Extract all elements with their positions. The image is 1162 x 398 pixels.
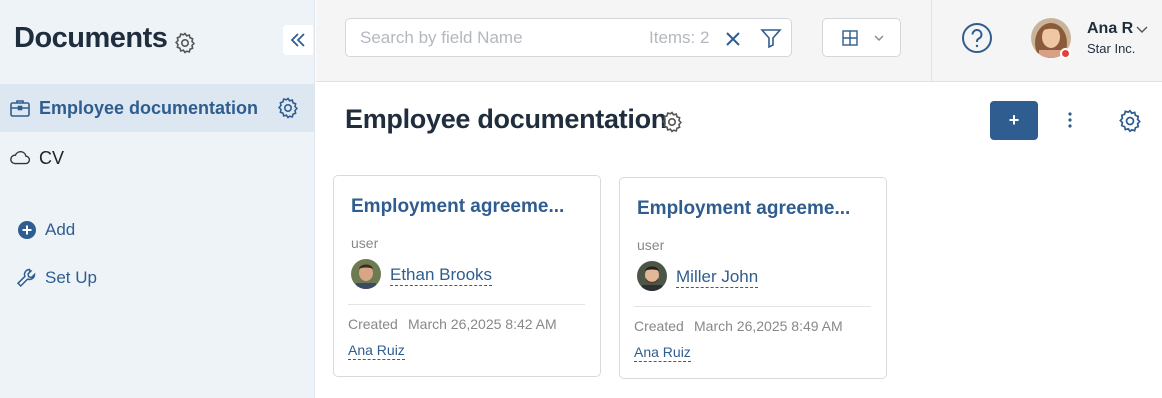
search-input[interactable] <box>360 27 640 49</box>
view-switcher-button[interactable] <box>822 18 901 57</box>
add-item-button[interactable]: + <box>990 101 1038 140</box>
created-label: Created <box>348 316 398 332</box>
card-divider <box>348 304 585 305</box>
wrench-icon <box>15 266 39 290</box>
topbar: Items: 2 <box>316 0 1162 82</box>
user-link[interactable]: Miller John <box>676 267 759 288</box>
created-label: Created <box>634 318 684 334</box>
more-vertical-icon <box>1068 112 1072 128</box>
author-link[interactable]: Ana Ruiz <box>348 341 405 360</box>
sidebar-item-employee-documentation[interactable]: Employee documentation <box>0 84 314 132</box>
user-company: Star Inc. <box>1087 41 1136 56</box>
double-chevron-left-icon <box>290 33 305 47</box>
search-box: Items: 2 <box>345 18 792 57</box>
filter-icon <box>760 29 782 49</box>
close-icon <box>726 32 740 46</box>
user-avatar[interactable] <box>1030 17 1072 59</box>
card-field-label: user <box>351 235 379 251</box>
cloud-icon <box>9 147 31 169</box>
sidebar: Documents Employee documentation CV Add … <box>0 0 315 398</box>
page-title: Employee documentation <box>345 104 667 134</box>
clear-search-button[interactable] <box>722 28 744 50</box>
card-divider <box>634 306 871 307</box>
user-link[interactable]: Ethan Brooks <box>390 265 493 286</box>
status-dot <box>1060 48 1071 59</box>
briefcase-icon <box>9 97 31 119</box>
chevron-down-icon[interactable] <box>1134 21 1150 37</box>
sidebar-item-label: Employee documentation <box>39 97 259 118</box>
user-name[interactable]: Ana R <box>1087 20 1133 38</box>
chevron-down-icon <box>874 35 884 41</box>
filter-button[interactable] <box>759 26 783 50</box>
author-link[interactable]: Ana Ruiz <box>634 343 691 362</box>
sidebar-item-cv[interactable]: CV <box>0 134 314 182</box>
add-label: Add <box>45 220 76 239</box>
grid-view-icon <box>842 30 858 46</box>
card-title[interactable]: Employment agreeme... <box>637 198 850 220</box>
avatar <box>351 259 381 289</box>
set-up-label: Set Up <box>45 268 97 287</box>
document-card[interactable]: Employment agreeme... user Miller John C… <box>619 177 887 379</box>
gear-icon[interactable] <box>173 31 197 55</box>
card-field-label: user <box>637 237 665 253</box>
card-title[interactable]: Employment agreeme... <box>351 196 564 218</box>
sidebar-title: Documents <box>14 22 168 54</box>
collapse-sidebar-button[interactable] <box>283 25 313 55</box>
gear-icon[interactable] <box>1117 108 1143 134</box>
items-count: Items: 2 <box>649 28 710 47</box>
document-card[interactable]: Employment agreeme... user Ethan Brooks … <box>333 175 601 377</box>
gear-icon[interactable] <box>276 96 300 120</box>
more-options-button[interactable] <box>1060 108 1080 132</box>
sidebar-item-label: CV <box>39 147 65 168</box>
plus-circle-icon <box>15 218 39 242</box>
help-icon[interactable] <box>961 22 993 54</box>
app-root: Documents Employee documentation CV Add … <box>0 0 1162 398</box>
topbar-divider <box>931 0 932 82</box>
avatar <box>637 261 667 291</box>
created-date: March 26,2025 8:42 AM <box>408 316 557 332</box>
gear-icon[interactable] <box>660 110 684 134</box>
created-date: March 26,2025 8:49 AM <box>694 318 843 334</box>
